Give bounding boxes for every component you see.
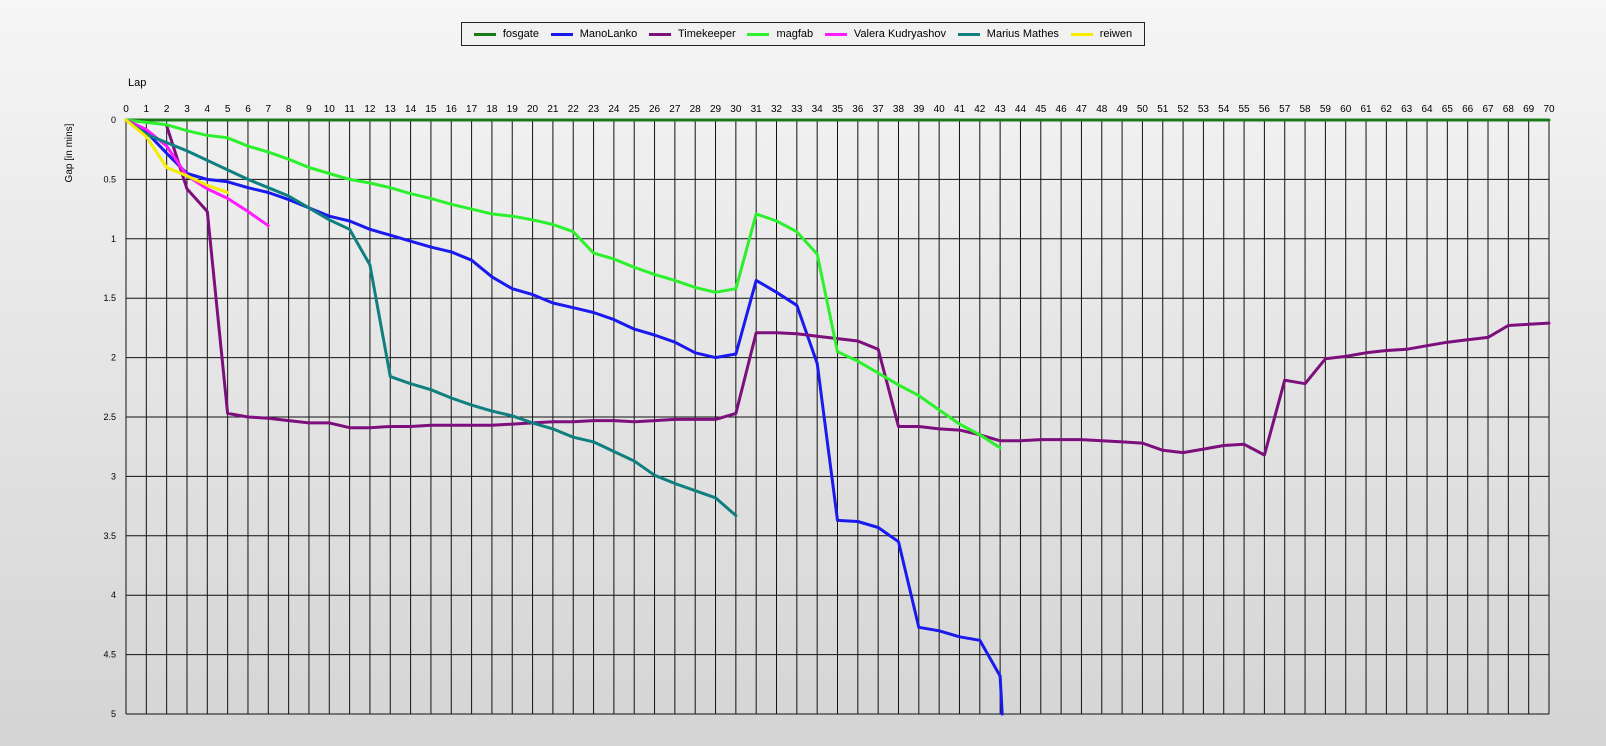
y-tick-label: 5 [111,709,116,719]
x-tick-label: 43 [995,104,1007,115]
x-tick-label: 45 [1035,104,1047,115]
y-tick-label: 3.5 [103,531,116,541]
y-tick-label: 4 [111,590,116,600]
x-tick-label: 59 [1320,104,1332,115]
x-tick-label: 29 [710,104,722,115]
x-tick-label: 40 [934,104,946,115]
x-tick-label: 66 [1462,104,1474,115]
x-tick-label: 0 [123,104,129,115]
x-tick-label: 61 [1360,104,1372,115]
x-tick-label: 2 [164,104,170,115]
x-tick-label: 47 [1076,104,1088,115]
x-tick-label: 62 [1381,104,1393,115]
x-tick-label: 16 [446,104,458,115]
x-tick-label: 22 [568,104,580,115]
x-tick-label: 33 [791,104,803,115]
y-tick-label: 2.5 [103,412,116,422]
x-tick-label: 23 [588,104,600,115]
x-tick-label: 1 [144,104,150,115]
y-tick-label: 0 [111,115,116,125]
x-tick-label: 32 [771,104,783,115]
x-tick-label: 38 [893,104,905,115]
x-tick-label: 67 [1482,104,1494,115]
y-tick-label: 1 [111,234,116,244]
x-tick-label: 26 [649,104,661,115]
x-axis-title: Lap [128,77,146,89]
x-tick-label: 39 [913,104,925,115]
x-tick-label: 21 [547,104,559,115]
x-tick-label: 60 [1340,104,1352,115]
x-tick-label: 63 [1401,104,1413,115]
x-tick-label: 28 [690,104,702,115]
x-tick-label: 54 [1218,104,1230,115]
y-axis-title: Gap [in mins] [64,123,75,182]
x-tick-label: 19 [507,104,519,115]
x-tick-label: 44 [1015,104,1027,115]
y-tick-label: 0.5 [103,174,116,184]
x-tick-label: 3 [184,104,190,115]
x-tick-label: 41 [954,104,966,115]
y-tick-label: 4.5 [103,650,116,660]
x-tick-label: 69 [1523,104,1535,115]
x-tick-label: 68 [1503,104,1515,115]
x-tick-label: 6 [245,104,251,115]
y-tick-label: 2 [111,353,116,363]
x-tick-label: 24 [608,104,620,115]
x-tick-label: 17 [466,104,478,115]
x-tick-label: 50 [1137,104,1149,115]
x-tick-label: 25 [629,104,641,115]
x-tick-label: 31 [751,104,763,115]
x-tick-label: 55 [1239,104,1251,115]
x-tick-label: 11 [344,104,355,115]
x-tick-label: 4 [205,104,211,115]
x-tick-label: 8 [286,104,292,115]
x-tick-label: 15 [425,104,437,115]
x-tick-label: 49 [1117,104,1129,115]
grid-layer [125,119,1550,715]
x-tick-label: 64 [1421,104,1433,115]
x-tick-label: 5 [225,104,231,115]
x-tick-label: 20 [527,104,539,115]
x-tick-label: 10 [324,104,336,115]
x-tick-label: 30 [730,104,742,115]
x-tick-label: 70 [1543,104,1555,115]
x-tick-label: 35 [832,104,844,115]
x-tick-label: 65 [1442,104,1454,115]
x-tick-label: 34 [812,104,824,115]
x-tick-label: 9 [306,104,312,115]
y-tick-label: 3 [111,471,116,481]
x-tick-label: 57 [1279,104,1291,115]
x-tick-label: 58 [1299,104,1311,115]
y-tick-label: 1.5 [103,293,116,303]
x-tick-label: 52 [1178,104,1190,115]
x-tick-label: 14 [405,104,417,115]
x-tick-label: 53 [1198,104,1210,115]
x-tick-label: 36 [852,104,864,115]
x-tick-label: 46 [1056,104,1068,115]
chart-plot: 0 1 2 3 4 5 6 7 8 9 10 11 12 13 14 15 16 17 18 19 20 21 22 23 24… [64,77,1555,719]
x-tick-label: 27 [669,104,681,115]
x-tick-label: 51 [1157,104,1169,115]
series-line-magfab [124,118,1002,450]
x-tick-label: 48 [1096,104,1108,115]
x-tick-label: 13 [385,104,397,115]
x-tick-label: 7 [266,104,272,115]
x-tick-label: 42 [974,104,986,115]
x-tick-label: 37 [873,104,885,115]
tick-layer: 0 1 2 3 4 5 6 7 8 9 10 11 12 13 14 15 16 17 18 19 20 21 22 23 24… [103,104,1555,719]
x-tick-label: 18 [486,104,498,115]
x-tick-label: 56 [1259,104,1271,115]
x-tick-label: 12 [364,104,376,115]
